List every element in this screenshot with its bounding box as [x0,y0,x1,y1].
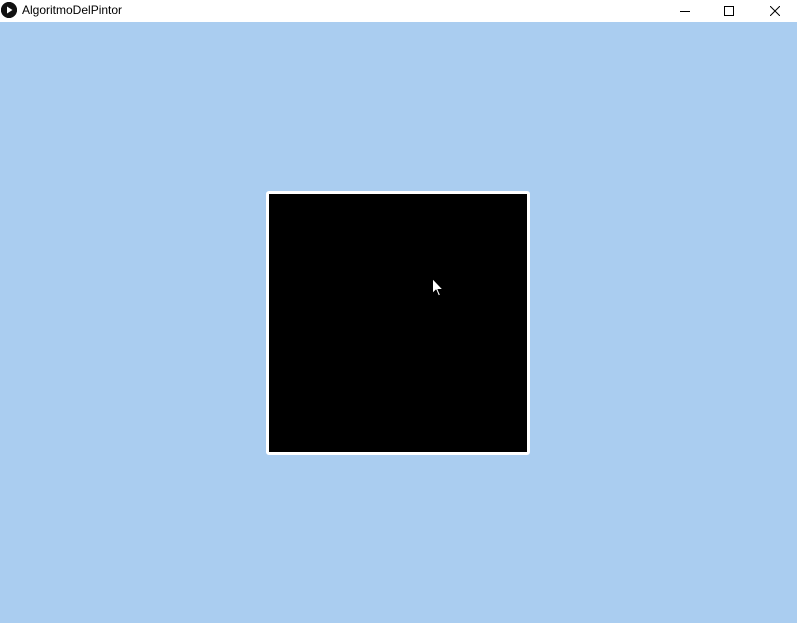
maximize-icon [724,6,734,16]
close-icon [770,6,780,16]
sketch-canvas[interactable] [0,22,797,623]
maximize-button[interactable] [706,0,752,22]
minimize-button[interactable] [662,0,708,22]
window-title: AlgoritmoDelPintor [22,3,123,17]
close-button[interactable] [752,0,797,22]
render-viewport[interactable] [266,191,530,455]
minimize-icon [680,6,690,16]
processing-play-icon [1,2,17,18]
app-window: AlgoritmoDelPintor [0,0,797,623]
arrow-cursor-icon [432,278,444,297]
title-bar[interactable]: AlgoritmoDelPintor [0,0,797,22]
